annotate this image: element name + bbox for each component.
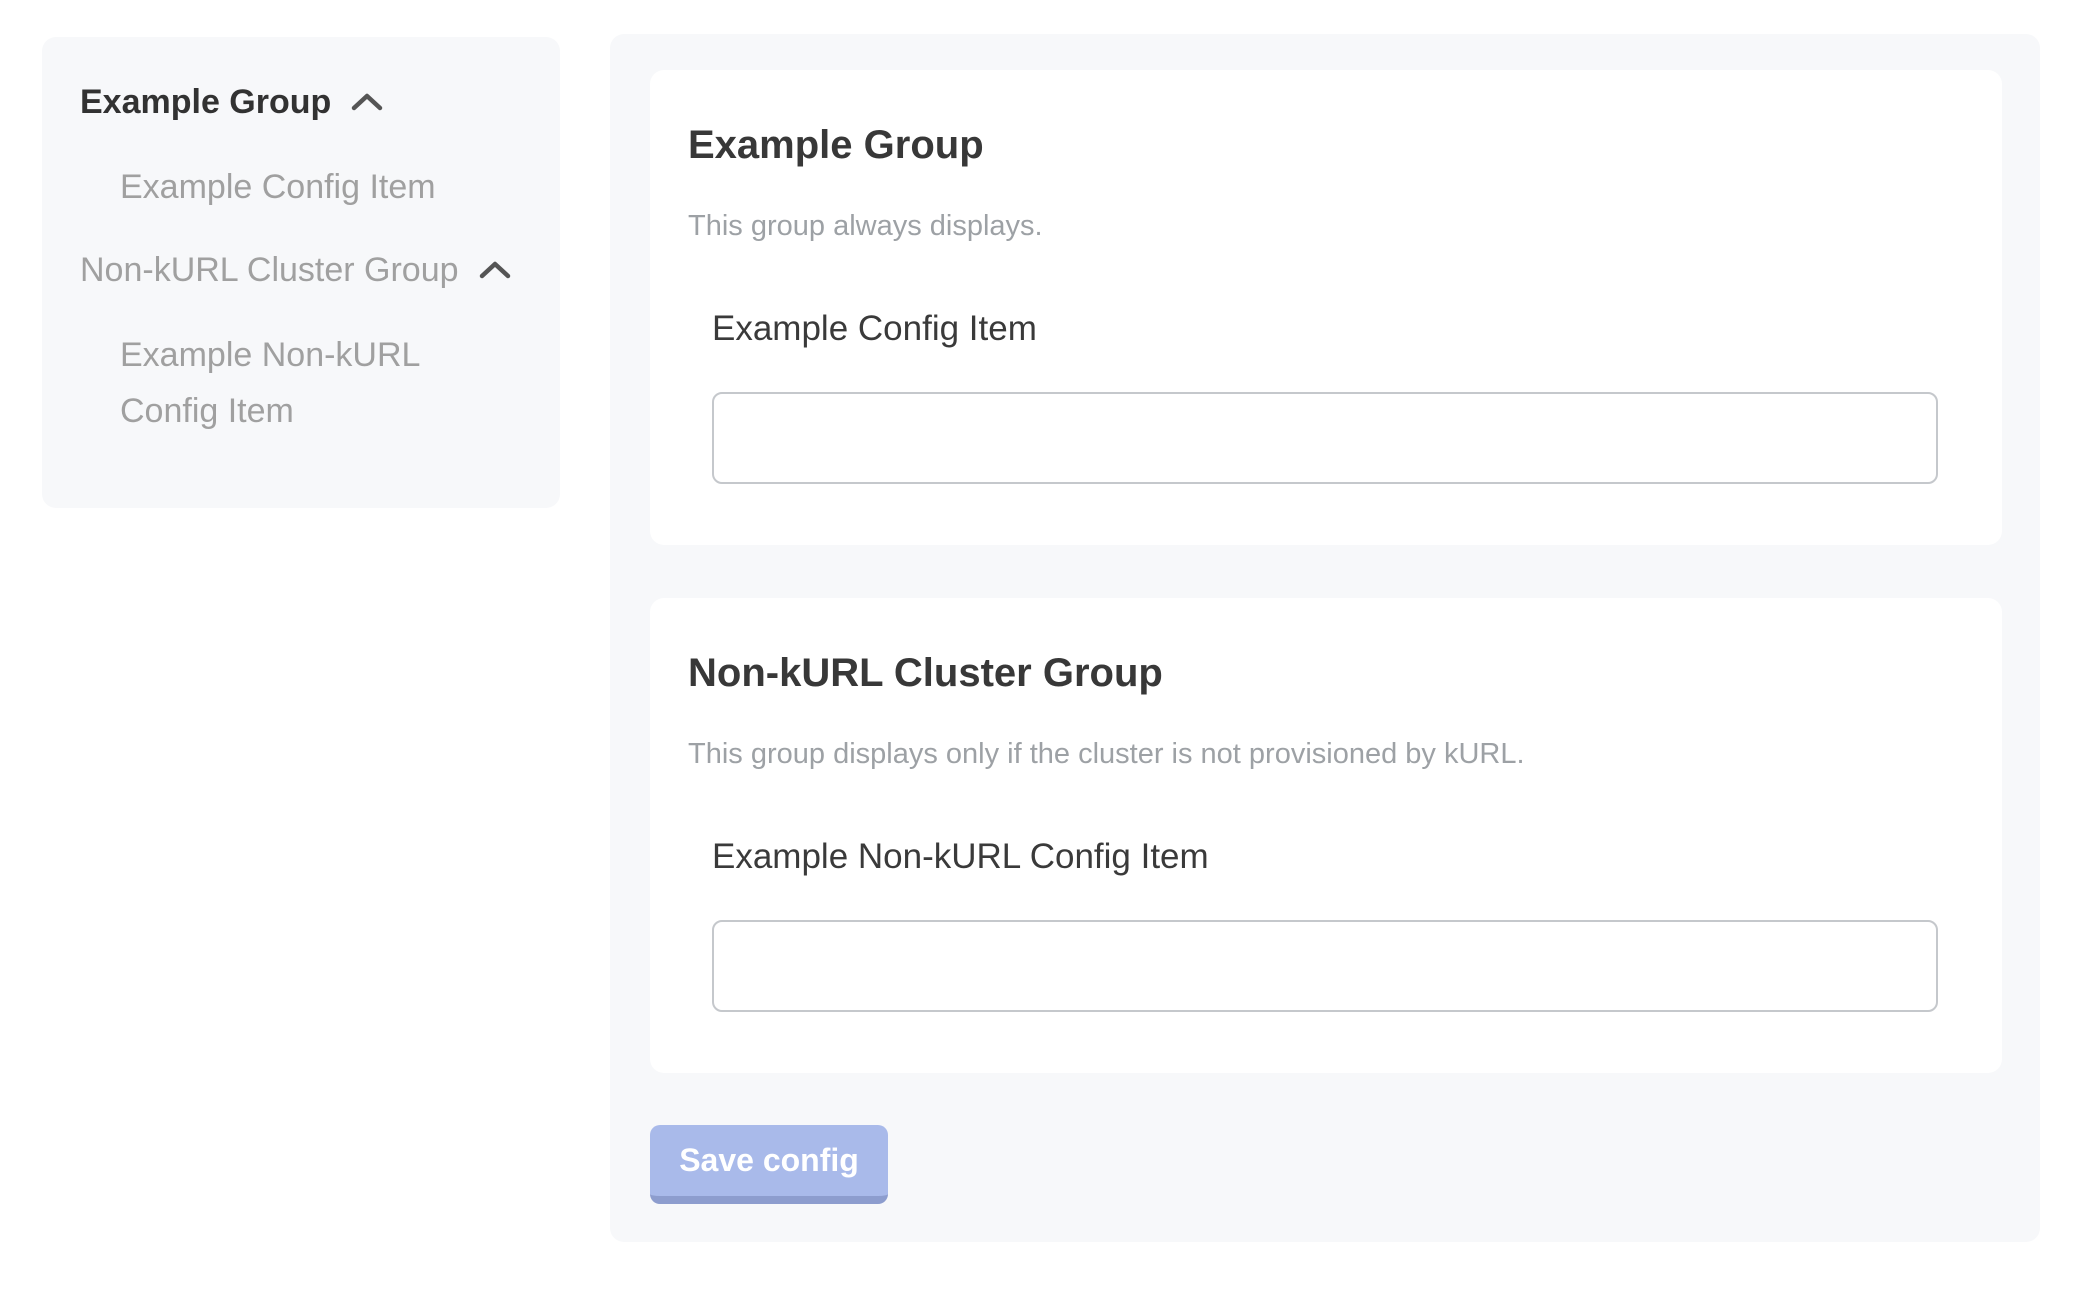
example-non-kurl-config-item-input[interactable]	[712, 920, 1938, 1012]
sidebar-group-label: Non-kURL Cluster Group	[80, 249, 459, 291]
group-title: Example Group	[688, 120, 1964, 170]
example-config-item-input[interactable]	[712, 392, 1938, 484]
chevron-up-icon[interactable]	[351, 92, 383, 112]
config-field: Example Non-kURL Config Item	[712, 836, 1964, 1012]
sidebar-group-example-group[interactable]: Example Group	[80, 81, 524, 123]
sidebar-item-example-config-item[interactable]: Example Config Item	[120, 159, 520, 215]
chevron-up-icon[interactable]	[479, 260, 511, 280]
save-config-button[interactable]: Save config	[650, 1125, 888, 1204]
config-main-panel: Example Group This group always displays…	[610, 34, 2040, 1242]
group-description: This group always displays.	[688, 208, 1964, 244]
sidebar-group-label: Example Group	[80, 81, 331, 123]
group-description: This group displays only if the cluster …	[688, 736, 1964, 772]
sidebar-group-non-kurl-cluster-group[interactable]: Non-kURL Cluster Group	[80, 249, 524, 291]
field-label: Example Non-kURL Config Item	[712, 836, 1964, 878]
config-nav-sidebar: Example Group Example Config Item Non-kU…	[42, 37, 560, 508]
config-group-card-example-group: Example Group This group always displays…	[650, 70, 2002, 545]
group-title: Non-kURL Cluster Group	[688, 648, 1964, 698]
sidebar-item-example-non-kurl-config-item[interactable]: Example Non-kURL Config Item	[120, 327, 520, 439]
config-group-card-non-kurl-cluster-group: Non-kURL Cluster Group This group displa…	[650, 598, 2002, 1073]
config-field: Example Config Item	[712, 308, 1964, 484]
field-label: Example Config Item	[712, 308, 1964, 350]
